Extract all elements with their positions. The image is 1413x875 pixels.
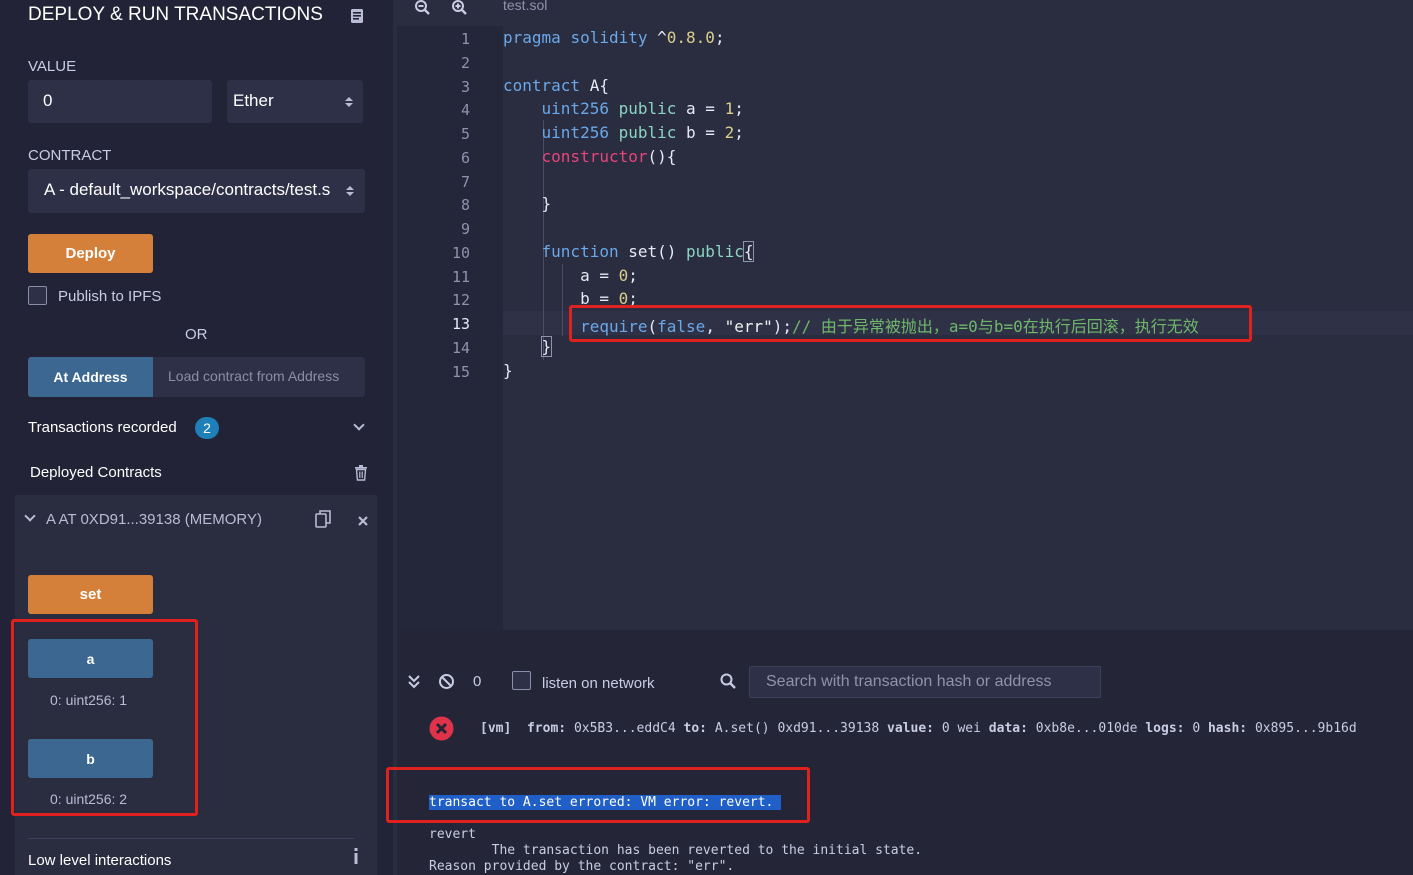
line-number: 5 (460, 125, 470, 143)
line-number: 7 (460, 173, 470, 191)
contract-label: CONTRACT (28, 147, 112, 164)
b-getter-button[interactable]: b (28, 739, 153, 778)
unit-select-value: Ether (233, 91, 274, 110)
line-number: 4 (460, 101, 470, 119)
publish-ipfs-label: Publish to IPFS (58, 288, 162, 305)
line-number: 15 (451, 363, 470, 381)
tx-log-line[interactable]: [vm] from: 0x5B3...eddC4 to: A.set() 0xd… (480, 721, 1357, 736)
contract-select-arrows-icon (345, 184, 355, 198)
code-line-3: contract A{ (503, 76, 609, 95)
code-line-1: pragma solidity ^0.8.0; (503, 28, 725, 47)
a-result: 0: uint256: 1 (50, 692, 128, 708)
search-icon[interactable] (720, 673, 737, 690)
to-value: A.set() 0xd91...39138 (714, 721, 880, 736)
collapse-terminal-icon[interactable] (408, 674, 420, 690)
line-number: 3 (460, 78, 470, 96)
code-line-4: uint256 public a = 1; (541, 99, 744, 118)
zoom-out-icon[interactable] (414, 0, 432, 18)
hash-label: hash: (1207, 721, 1248, 736)
listen-network-checkbox[interactable] (512, 671, 531, 690)
line-number-active: 13 (451, 315, 470, 333)
zoom-in-icon[interactable] (451, 0, 469, 18)
from-value: 0x5B3...eddC4 (573, 721, 676, 736)
error-highlight-box (386, 767, 810, 823)
code-line-6: constructor(){ (541, 147, 677, 166)
value-label: VALUE (28, 58, 77, 75)
data-label: data: (988, 721, 1028, 736)
docs-icon[interactable] (350, 8, 364, 24)
line-number: 9 (460, 220, 470, 238)
copy-icon[interactable] (315, 509, 332, 529)
select-arrows-icon (344, 95, 354, 109)
logs-value: 0 (1192, 721, 1201, 736)
publish-ipfs-checkbox[interactable] (28, 286, 47, 305)
pending-count: 0 (473, 673, 482, 690)
at-address-button[interactable]: At Address (28, 357, 153, 397)
line-number: 12 (451, 291, 470, 309)
tx-tag: [vm] (480, 721, 512, 736)
close-icon[interactable] (357, 514, 369, 526)
or-label: OR (185, 326, 208, 343)
line-number: 10 (451, 244, 470, 262)
contract-select-value: A - default_workspace/contracts/test.s (44, 180, 331, 199)
logs-label: logs: (1145, 721, 1185, 736)
trash-icon[interactable] (354, 465, 368, 481)
load-address-input[interactable]: Load contract from Address (153, 357, 365, 397)
line-number: 6 (460, 149, 470, 167)
code-line-14: } (540, 336, 553, 357)
code-line-8: } (503, 194, 552, 213)
contract-select[interactable]: A - default_workspace/contracts/test.s (28, 169, 365, 213)
unit-select[interactable]: Ether (227, 80, 363, 123)
value-input[interactable]: 0 (28, 80, 212, 123)
set-function-button[interactable]: set (28, 575, 153, 614)
line-number: 11 (451, 268, 470, 286)
code-line-15: } (503, 361, 513, 380)
reverted-line: The transaction has been reverted to the… (429, 843, 923, 858)
editor-tab-title[interactable]: test.sol (503, 0, 547, 13)
hash-value: 0x895...9b16d (1254, 721, 1357, 736)
clear-console-icon[interactable] (438, 673, 455, 690)
line-number: 8 (460, 196, 470, 214)
transaction-search-input[interactable]: Search with transaction hash or address (749, 666, 1101, 698)
deployed-contracts-label: Deployed Contracts (30, 464, 162, 481)
code-line-11: a = 0; (503, 266, 638, 285)
info-icon[interactable] (352, 848, 360, 865)
require-highlight-box (569, 305, 1252, 342)
divider (28, 838, 354, 839)
revert-line: revert (429, 827, 476, 842)
value-label: value: (887, 721, 934, 736)
reason-line: Reason provided by the contract: "err". (429, 859, 735, 874)
listen-network-label: listen on network (542, 675, 655, 692)
from-label: from: (526, 721, 567, 736)
deploy-button[interactable]: Deploy (28, 234, 153, 273)
panel-title: DEPLOY & RUN TRANSACTIONS (28, 4, 323, 25)
to-label: to: (683, 721, 707, 736)
line-number: 14 (451, 339, 470, 357)
low-level-label: Low level interactions (28, 852, 172, 869)
transactions-count-badge: 2 (195, 417, 219, 439)
line-number: 2 (460, 54, 470, 72)
value-value: 0 wei (941, 721, 981, 736)
code-line-5: uint256 public b = 2; (541, 123, 744, 142)
error-icon (429, 716, 454, 741)
line-number: 1 (460, 30, 470, 48)
a-getter-button[interactable]: a (28, 639, 153, 678)
b-result: 0: uint256: 2 (50, 791, 128, 807)
instance-label: A AT 0XD91...39138 (MEMORY) (46, 511, 262, 528)
data-value: 0xb8e...010de (1035, 721, 1138, 736)
code-line-10: function set() public{ (541, 241, 755, 262)
transactions-recorded-label: Transactions recorded (28, 419, 177, 436)
